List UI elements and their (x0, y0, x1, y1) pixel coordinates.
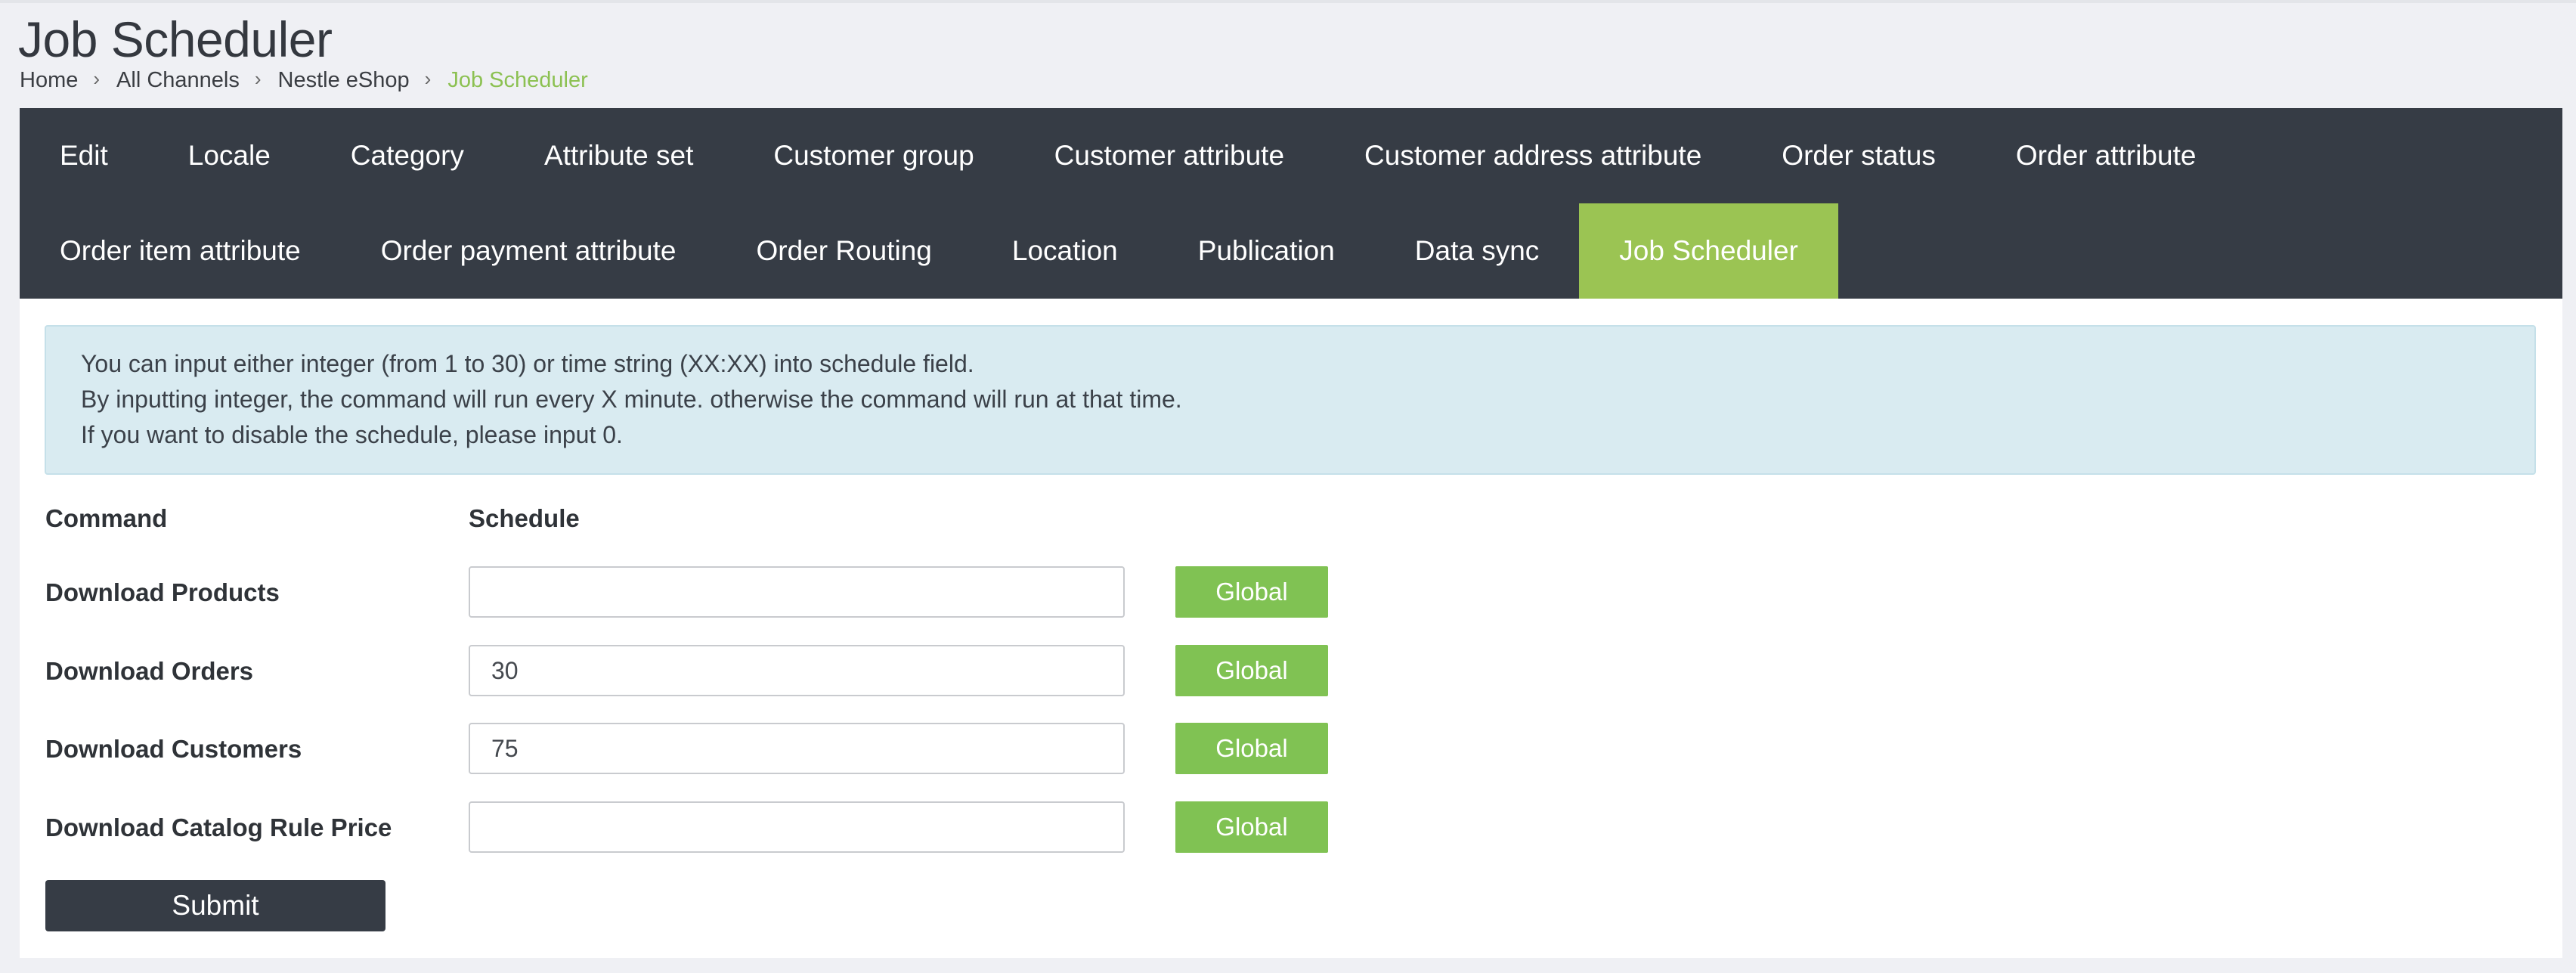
global-button-download-customers[interactable]: Global (1175, 723, 1328, 774)
tab-order-attribute[interactable]: Order attribute (1976, 108, 2237, 203)
breadcrumb-channel-link[interactable]: Nestle eShop (278, 68, 410, 93)
chevron-right-icon: › (424, 67, 432, 90)
tabs-row-1: Edit Locale Category Attribute set Custo… (20, 108, 2236, 203)
info-line: You can input either integer (from 1 to … (81, 350, 974, 377)
command-label: Download Customers (45, 735, 302, 763)
tab-edit[interactable]: Edit (20, 108, 148, 203)
breadcrumb: Home › All Channels › Nestle eShop › Job… (20, 65, 588, 95)
schedule-input-download-products[interactable] (469, 566, 1125, 618)
tab-publication[interactable]: Publication (1158, 203, 1375, 299)
tab-locale[interactable]: Locale (148, 108, 311, 203)
global-button-download-products[interactable]: Global (1175, 566, 1328, 618)
schedule-input-download-orders[interactable] (469, 645, 1125, 696)
top-border (0, 0, 2576, 3)
global-button-download-orders[interactable]: Global (1175, 645, 1328, 696)
schedule-row-download-catalog-rule-price: Download Catalog Rule Price Global (20, 801, 2562, 854)
tab-attribute-set[interactable]: Attribute set (504, 108, 733, 203)
tab-data-sync[interactable]: Data sync (1375, 203, 1580, 299)
tab-order-item-attribute[interactable]: Order item attribute (20, 203, 341, 299)
tab-order-status[interactable]: Order status (1742, 108, 1976, 203)
command-label: Download Catalog Rule Price (45, 813, 392, 841)
tab-customer-address-attribute[interactable]: Customer address attribute (1324, 108, 1742, 203)
command-label: Download Products (45, 578, 280, 606)
tabs-row-2: Order item attribute Order payment attri… (20, 203, 1838, 299)
tab-location[interactable]: Location (972, 203, 1158, 299)
chevron-right-icon: › (93, 67, 101, 90)
submit-button[interactable]: Submit (45, 880, 385, 931)
command-label: Download Orders (45, 657, 254, 685)
info-alert: You can input either integer (from 1 to … (45, 325, 2536, 475)
chevron-right-icon: › (254, 67, 262, 90)
tab-order-routing[interactable]: Order Routing (716, 203, 971, 299)
tab-customer-group[interactable]: Customer group (733, 108, 1014, 203)
tab-order-payment-attribute[interactable]: Order payment attribute (341, 203, 717, 299)
schedule-input-download-customers[interactable] (469, 723, 1125, 774)
info-line: If you want to disable the schedule, ple… (81, 421, 623, 448)
info-line: By inputting integer, the command will r… (81, 386, 1182, 413)
breadcrumb-current: Job Scheduler (447, 67, 588, 92)
breadcrumb-all-channels-link[interactable]: All Channels (116, 68, 240, 93)
schedule-input-download-catalog-rule-price[interactable] (469, 801, 1125, 853)
command-column-header: Command (45, 504, 168, 532)
schedule-row-download-products: Download Products Global (20, 566, 2562, 619)
tab-category[interactable]: Category (311, 108, 504, 203)
tab-customer-attribute[interactable]: Customer attribute (1014, 108, 1324, 203)
channel-tabs-nav: Edit Locale Category Attribute set Custo… (20, 108, 2562, 299)
page-title: Job Scheduler (18, 11, 333, 67)
job-scheduler-panel: You can input either integer (from 1 to … (20, 299, 2562, 958)
breadcrumb-home-link[interactable]: Home (20, 68, 78, 93)
tab-job-scheduler[interactable]: Job Scheduler (1579, 203, 1838, 299)
schedule-row-download-customers: Download Customers Global (20, 723, 2562, 776)
global-button-download-catalog-rule-price[interactable]: Global (1175, 801, 1328, 853)
schedule-row-download-orders: Download Orders Global (20, 645, 2562, 698)
schedule-column-header: Schedule (469, 504, 580, 532)
